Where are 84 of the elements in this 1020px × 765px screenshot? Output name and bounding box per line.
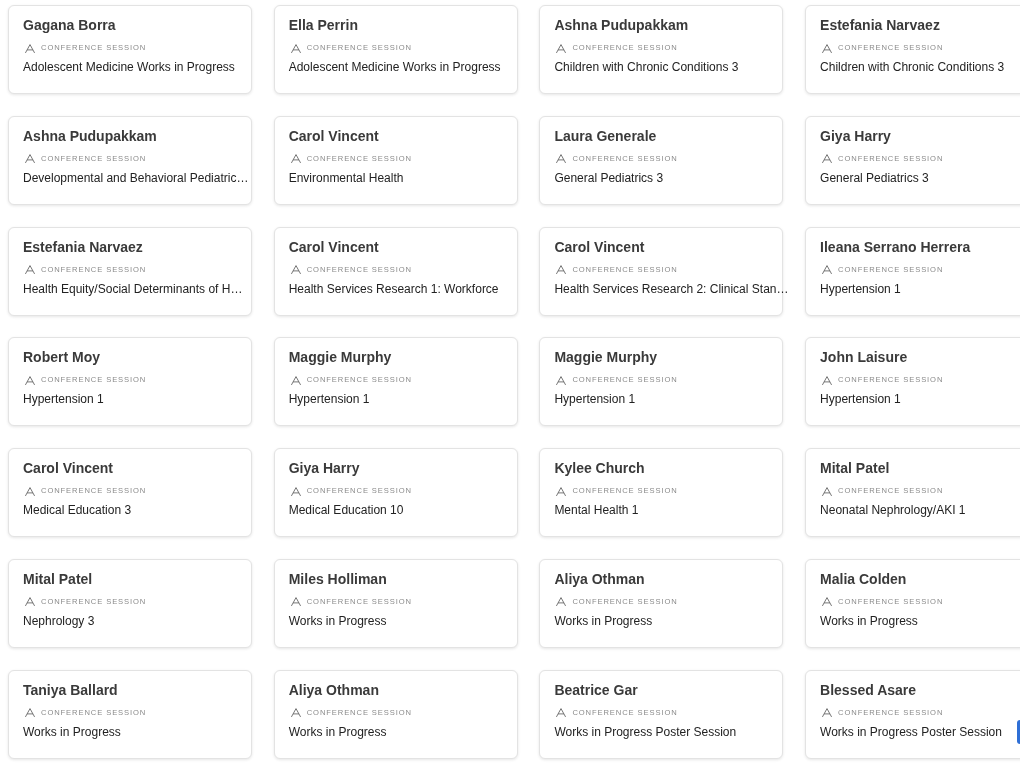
presenter-name: Maggie Murphy	[288, 348, 392, 367]
session-title: Works in Progress	[288, 724, 387, 740]
a-frame-icon	[556, 597, 567, 607]
a-frame-icon	[822, 375, 833, 385]
session-title: Environmental Health	[288, 170, 404, 186]
a-frame-icon	[25, 375, 35, 385]
session-title: Neonatal Nephrology/AKI 1	[820, 503, 966, 519]
presenter-name: Carol Vincent	[288, 126, 379, 145]
session-title: Works in Progress	[288, 614, 387, 629]
a-frame-icon	[290, 265, 301, 275]
a-frame-icon	[822, 708, 833, 718]
a-frame-icon	[822, 265, 833, 275]
session-title: Adolescent Medicine Works in Progress	[23, 60, 235, 75]
a-frame-icon	[25, 265, 35, 275]
presenter-name: Mital Patel	[820, 459, 890, 478]
a-frame-icon	[556, 486, 567, 496]
a-frame-icon	[556, 43, 567, 53]
a-frame-icon	[25, 43, 35, 53]
presenter-name: Mital Patel	[23, 570, 93, 588]
session-title: Developmental and Behavioral Pediatric…	[23, 170, 249, 186]
session-title: Hypertension 1	[820, 392, 901, 408]
session-title: Hypertension 1	[288, 392, 370, 408]
presenter-name: Carol Vincent	[288, 237, 379, 256]
presenter-name: Kylee Church	[554, 459, 645, 478]
a-frame-icon	[556, 265, 567, 275]
session-title: Works in Progress	[820, 614, 918, 629]
session-title: Works in Progress Poster Session	[820, 724, 1002, 740]
a-frame-icon	[290, 154, 301, 164]
session-title: Mental Health 1	[554, 503, 639, 519]
presenter-name: Aliya Othman	[288, 680, 379, 699]
a-frame-icon	[290, 486, 301, 496]
session-title: Works in Progress Poster Session	[554, 724, 737, 740]
a-frame-icon	[822, 43, 833, 53]
a-frame-icon	[556, 154, 567, 164]
session-title: Children with Chronic Conditions 3	[820, 60, 1005, 75]
a-frame-icon	[25, 708, 35, 718]
session-title: Nephrology 3	[23, 614, 95, 629]
session-title: Adolescent Medicine Works in Progress	[288, 60, 501, 75]
presenter-name: Ileana Serrano Herrera	[820, 237, 971, 256]
a-frame-icon	[25, 486, 35, 496]
a-frame-icon	[290, 597, 301, 607]
presenter-name: Ella Perrin	[288, 16, 358, 34]
presenter-name: Gagana Borra	[23, 16, 116, 34]
presenter-name: Laura Generale	[554, 126, 657, 145]
presenter-name: Carol Vincent	[23, 459, 113, 478]
presenter-name: Giya Harry	[820, 126, 891, 145]
presenter-name: Taniya Ballard	[23, 680, 118, 699]
presenter-name: Ashna Pudupakkam	[23, 126, 157, 145]
presenter-name: Aliya Othman	[554, 570, 645, 588]
presenter-name: John Laisure	[820, 348, 908, 367]
presenter-name: Blessed Asare	[820, 680, 917, 699]
session-title: Hypertension 1	[554, 392, 636, 408]
presenter-name: Maggie Murphy	[554, 348, 658, 367]
session-title: Hypertension 1	[820, 281, 901, 297]
session-title: Medical Education 3	[23, 503, 132, 519]
presenter-name: Carol Vincent	[554, 237, 645, 256]
a-frame-icon	[290, 375, 301, 385]
floating-button[interactable]	[1017, 720, 1020, 744]
a-frame-icon	[290, 708, 301, 718]
session-title: Hypertension 1	[23, 392, 104, 408]
session-title: Health Services Research 1: Workforce	[288, 281, 499, 297]
a-frame-icon	[822, 597, 833, 607]
presenter-name: Beatrice Gar	[554, 680, 638, 699]
session-title: General Pediatrics 3	[554, 170, 664, 186]
a-frame-icon	[25, 597, 35, 607]
presenter-name: Robert Moy	[23, 348, 100, 367]
a-frame-icon	[556, 708, 567, 718]
presenter-name: Estefania Narvaez	[23, 237, 143, 256]
presenter-name: Malia Colden	[820, 570, 907, 588]
a-frame-icon	[290, 43, 301, 53]
session-title: Children with Chronic Conditions 3	[554, 60, 739, 75]
presenter-name: Giya Harry	[288, 459, 360, 478]
a-frame-icon	[556, 375, 567, 385]
a-frame-icon	[25, 154, 35, 164]
session-title: Health Equity/Social Determinants of H…	[23, 281, 243, 297]
session-title: Works in Progress	[554, 614, 653, 629]
presenter-name: Ashna Pudupakkam	[554, 16, 689, 34]
session-title: Medical Education 10	[288, 503, 404, 519]
presenter-name: Miles Holliman	[288, 570, 387, 588]
a-frame-icon	[822, 486, 833, 496]
a-frame-icon	[822, 154, 833, 164]
presenter-name: Estefania Narvaez	[820, 16, 940, 34]
session-title: General Pediatrics 3	[820, 170, 929, 186]
session-title: Works in Progress	[23, 724, 121, 740]
